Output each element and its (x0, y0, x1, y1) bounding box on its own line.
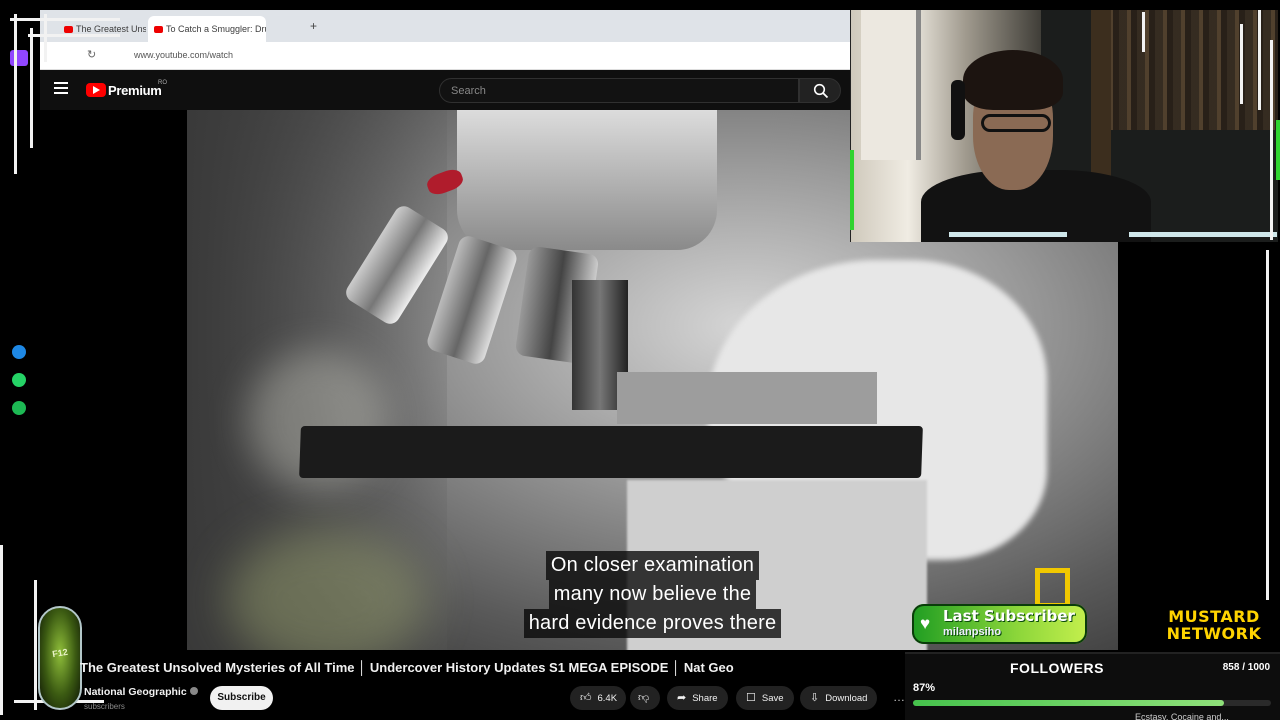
share-icon: ➦ (677, 692, 687, 704)
last-subscriber-label: Last Subscriber (943, 607, 1075, 625)
download-icon: ⇩ (810, 692, 820, 704)
followers-goal-widget: FOLLOWERS 858 / 1000 87% Ecstasy, Cocain… (905, 652, 1280, 720)
last-subscriber-name: milanpsiho (943, 626, 1002, 638)
youtube-header: Premium RO (40, 70, 850, 110)
share-button[interactable]: ➦ Share (667, 686, 728, 710)
thumbs-down-icon: 👎︎ (638, 692, 650, 704)
screen: The Greatest Unsolved To Catch a Smuggle… (0, 0, 1280, 720)
dislike-button[interactable]: 👎︎ (630, 686, 660, 710)
youtube-favicon-icon (64, 26, 73, 33)
followers-title: FOLLOWERS (1010, 660, 1104, 676)
region-code: RO (158, 80, 167, 86)
spotify-icon[interactable] (12, 401, 26, 415)
below-content-peek: Ecstasy, Cocaine and... (1135, 712, 1229, 720)
f12-channel-logo: F12 (38, 606, 82, 710)
followers-percent: 87% (913, 682, 936, 694)
hamburger-menu-icon[interactable] (54, 82, 68, 94)
whatsapp-icon[interactable] (12, 373, 26, 387)
video-title: The Greatest Unsolved Mysteries of All T… (80, 660, 734, 675)
subtitle-line: hard evidence proves there (523, 609, 782, 638)
subscribe-button[interactable]: Subscribe (210, 686, 273, 710)
followers-progress-track (913, 700, 1271, 706)
search-box (439, 78, 799, 103)
subtitle-line: many now believe the (548, 580, 757, 609)
verified-icon (189, 687, 198, 695)
webcam-feed (850, 10, 1278, 242)
subscriber-count: subscribers (84, 702, 125, 711)
headset-icon (951, 80, 965, 140)
browser-tab-bar: The Greatest Unsolved To Catch a Smuggle… (40, 10, 850, 42)
followers-count: 858 / 1000 (1222, 662, 1270, 673)
youtube-premium-label[interactable]: Premium (108, 83, 162, 98)
channel-name[interactable]: National Geographic (84, 686, 198, 698)
mustard-network-logo: MUSTARD NETWORK (1166, 607, 1262, 643)
search-button[interactable] (799, 78, 841, 103)
messenger-icon[interactable] (12, 345, 26, 359)
search-icon (813, 83, 829, 99)
bookshelf (1101, 10, 1278, 130)
thumbs-up-icon: 👍︎ (580, 692, 592, 704)
bookmark-icon: ☐ (746, 692, 756, 704)
youtube-favicon-icon (154, 26, 163, 33)
microscope-arm (457, 110, 717, 250)
heart-icon: ♥ (920, 614, 931, 633)
new-tab-button[interactable]: + (310, 19, 317, 33)
youtube-logo-icon[interactable] (86, 83, 106, 97)
more-actions-button[interactable]: … (888, 686, 910, 710)
last-subscriber-alert: ♥ Last Subscriber milanpsiho (912, 604, 1087, 644)
save-button[interactable]: ☐ Save (736, 686, 794, 710)
subtitle-line: On closer examination (545, 551, 760, 580)
reload-icon[interactable]: ↻ (87, 48, 96, 61)
microscope-stage (299, 426, 923, 478)
address-bar: ↻ www.youtube.com/watch (40, 42, 850, 70)
url-text[interactable]: www.youtube.com/watch (134, 50, 233, 60)
like-button[interactable]: 👍︎ 6.4K (570, 686, 626, 710)
twitch-icon[interactable] (10, 50, 28, 66)
download-button[interactable]: ⇩ Download (800, 686, 878, 710)
tab-to-catch-a-smuggler[interactable]: To Catch a Smuggler: Drug (148, 16, 266, 42)
followers-progress-fill (913, 700, 1225, 706)
search-input[interactable] (440, 79, 798, 103)
